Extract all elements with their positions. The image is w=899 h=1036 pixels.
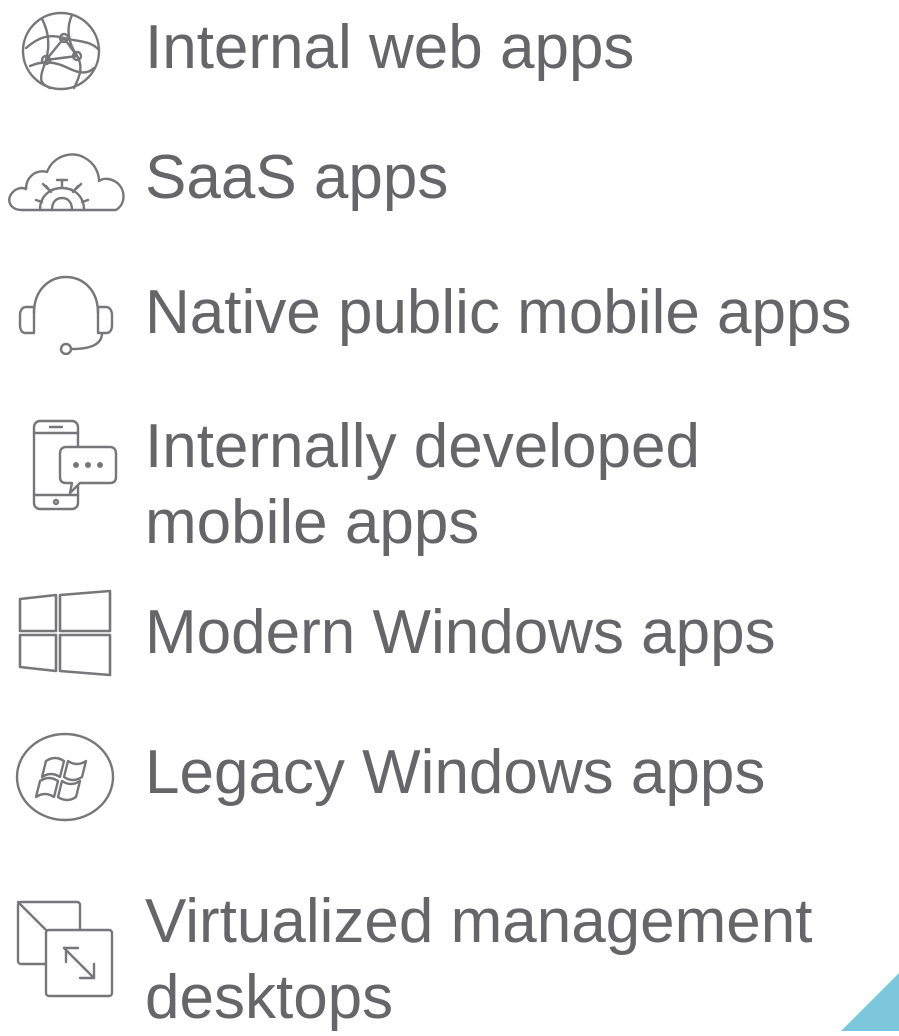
mobile-chat-icon [30, 417, 120, 513]
item-label: Native public mobile apps [145, 278, 852, 347]
item-label: Internally developed mobile apps [145, 409, 700, 561]
list-item-legacy-windows-apps: Legacy Windows apps [0, 725, 899, 825]
item-label: SaaS apps [145, 143, 449, 212]
virtual-desktop-icon [14, 898, 116, 1000]
item-label: Internal web apps [145, 13, 635, 82]
list-item-internally-developed-mobile-apps: Internally developed mobile apps [0, 405, 899, 565]
item-label-line-2: mobile apps [145, 488, 480, 557]
list-item-internal-web-apps: Internal web apps [0, 0, 899, 100]
item-label-line-1: Virtualized management [145, 887, 813, 956]
windows-logo-icon [16, 589, 114, 677]
list-item-virtualized-management-desktops: Virtualized management desktops [0, 880, 899, 1032]
globe-icon [20, 10, 102, 92]
list-item-native-public-mobile-apps: Native public mobile apps [0, 265, 899, 365]
item-label-line-1: Internally developed [145, 412, 700, 481]
list-item-saas-apps: SaaS apps [0, 130, 899, 230]
headset-icon [16, 273, 116, 355]
item-label-line-2: desktops [145, 963, 394, 1032]
list-item-modern-windows-apps: Modern Windows apps [0, 585, 899, 685]
item-label: Virtualized management desktops [145, 884, 812, 1036]
corner-accent-triangle [841, 973, 899, 1031]
cloud-gear-icon [4, 144, 128, 218]
item-label: Modern Windows apps [145, 598, 776, 667]
legacy-windows-logo-icon [14, 731, 116, 823]
item-label: Legacy Windows apps [145, 738, 766, 807]
